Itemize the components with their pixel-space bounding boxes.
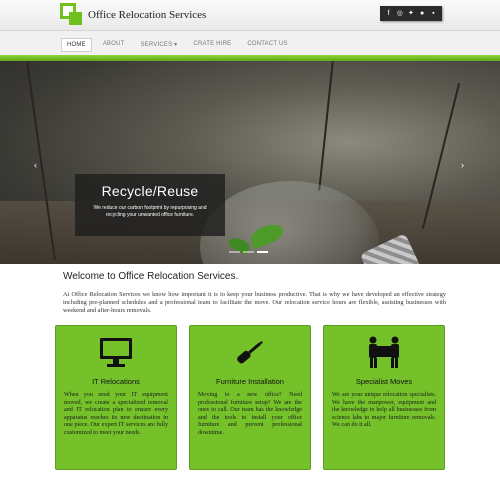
carousel-indicator-2[interactable] <box>243 251 254 253</box>
service-card-it-relocations[interactable]: IT Relocations When you need your IT equ… <box>55 325 177 470</box>
card-title: IT Relocations <box>92 377 140 386</box>
carousel-indicator-1[interactable] <box>229 251 240 253</box>
screwdriver-icon <box>237 340 263 364</box>
social-links: f ◎ ✦ ● ▪ <box>380 6 442 21</box>
logo-square-fill <box>69 12 82 25</box>
card-text: Moving to a new office? Need professiona… <box>198 392 302 436</box>
instagram-icon[interactable]: ◎ <box>396 10 404 18</box>
nav-item-services[interactable]: SERVICES ▾ <box>135 38 182 52</box>
carousel-prev-button[interactable]: ‹ <box>34 160 37 170</box>
top-header: Office Relocation Services f ◎ ✦ ● ▪ <box>0 0 500 30</box>
carousel-indicators <box>229 251 268 253</box>
nav-item-about[interactable]: ABOUT <box>98 38 130 52</box>
main-nav: HOME ABOUT SERVICES ▾ CRATE HIRE CONTACT… <box>0 30 500 55</box>
brand-name[interactable]: Office Relocation Services <box>88 9 206 21</box>
hero-twig <box>318 61 334 191</box>
welcome-heading: Welcome to Office Relocation Services. <box>63 271 239 282</box>
service-card-specialist-moves[interactable]: Specialist Moves We are your unique relo… <box>323 325 445 470</box>
pinterest-icon[interactable]: ● <box>418 10 426 18</box>
service-card-furniture-installation[interactable]: Furniture Installation Moving to a new o… <box>189 325 311 470</box>
nav-item-contact-us[interactable]: CONTACT US <box>242 38 292 52</box>
welcome-text: At Office Relocation Services we know ho… <box>63 291 446 314</box>
card-text: We are your unique relocation specialist… <box>332 392 436 429</box>
twitter-icon[interactable]: ✦ <box>407 10 415 18</box>
nav-item-crate-hire[interactable]: CRATE HIRE <box>188 38 236 52</box>
hero-title: Recycle/Reuse <box>101 183 199 199</box>
card-title: Furniture Installation <box>216 377 284 386</box>
carousel-indicator-3[interactable] <box>257 251 268 253</box>
hero-caption: Recycle/Reuse We reduce our carbon footp… <box>75 174 225 236</box>
linkedin-icon[interactable]: ▪ <box>429 10 437 18</box>
card-text: When you need your IT equipment moved, w… <box>64 392 168 436</box>
lightbulb-image <box>200 181 380 264</box>
hero-text: We reduce our carbon footprint by repurp… <box>93 205 207 218</box>
carousel-next-button[interactable]: › <box>461 160 464 170</box>
monitor-icon <box>100 338 132 367</box>
movers-icon <box>369 336 399 368</box>
nav-item-home[interactable]: HOME <box>61 38 92 52</box>
card-title: Specialist Moves <box>355 377 413 386</box>
logo[interactable] <box>60 3 82 25</box>
facebook-icon[interactable]: f <box>385 10 393 18</box>
